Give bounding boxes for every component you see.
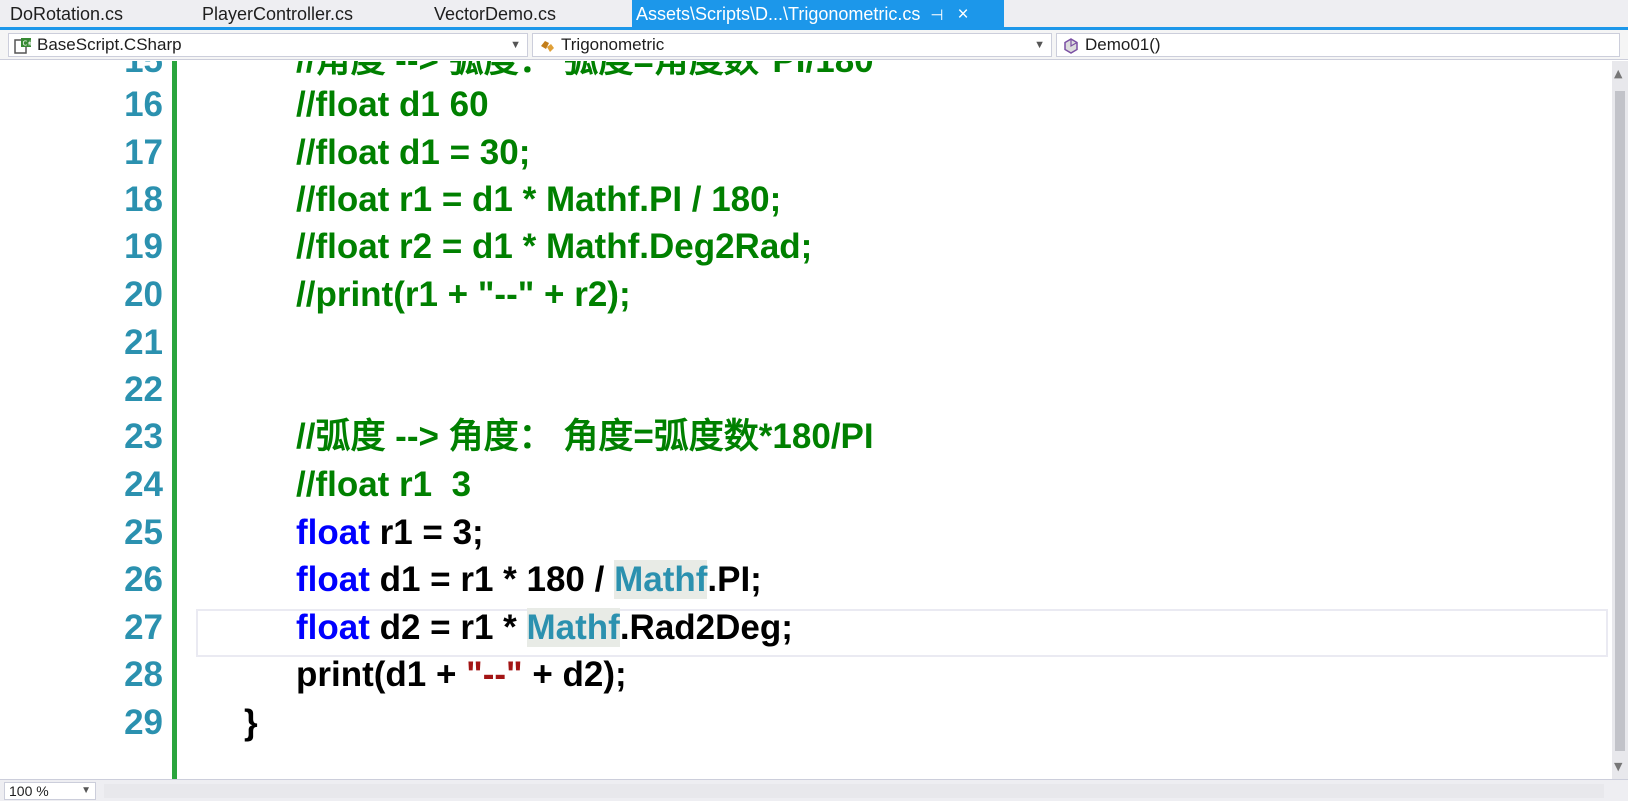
line-number: 21 (124, 323, 163, 362)
navigation-bar: C# BaseScript.CSharp ▼ Trigonometric ▼ D… (0, 30, 1628, 60)
class-name: Trigonometric (561, 35, 665, 54)
code-line: 16 //float d1 60 (0, 81, 1600, 129)
chevron-down-icon: ▼ (1034, 39, 1045, 51)
zoom-dropdown[interactable]: 100 % ▼ (4, 782, 96, 800)
horizontal-scrollbar[interactable] (104, 784, 1604, 798)
line-number: 26 (124, 560, 163, 599)
keyword-float: float (296, 513, 370, 552)
scroll-down-icon[interactable]: ▼ (1614, 760, 1622, 773)
code-text: float d2 = r1 * Mathf.Rad2Deg; (296, 604, 793, 652)
code-fragment: d2 = r1 * (369, 608, 527, 647)
editor-bottom-bar: 100 % ▼ (0, 779, 1628, 801)
code-comment: //print(r1 + "--" + r2); (296, 275, 631, 314)
tab-vectordemo[interactable]: VectorDemo.cs (434, 0, 556, 27)
tab-dorotation[interactable]: DoRotation.cs (10, 0, 123, 27)
code-comment: //float r1 3 (296, 465, 472, 504)
code-line: 23 //弧度 --> 角度： 角度=弧度数*180/PI (0, 413, 1600, 461)
line-number: 29 (124, 703, 163, 742)
member-dropdown[interactable]: Demo01() (1056, 33, 1620, 57)
code-line: 26 float d1 = r1 * 180 / Mathf.PI; (0, 556, 1600, 604)
code-line: 20 //print(r1 + "--" + r2); (0, 271, 1600, 319)
line-number: 23 (124, 417, 163, 456)
code-fragment: r1 = 3; (369, 513, 484, 552)
code-comment: //float d1 60 (296, 85, 489, 124)
scrollbar-thumb[interactable] (1615, 91, 1625, 751)
code-line: 18 //float r1 = d1 * Mathf.PI / 180; (0, 176, 1600, 224)
code-line: 29 } (0, 699, 1600, 747)
code-text: } (244, 703, 258, 742)
code-line: 24 //float r1 3 (0, 461, 1600, 509)
code-fragment: .PI; (707, 560, 762, 599)
code-line: 21 (0, 319, 1600, 367)
code-comment: //float r1 = d1 * Mathf.PI / 180; (296, 180, 782, 219)
pin-icon[interactable]: ⊣ (930, 1, 943, 30)
line-number: 17 (124, 133, 163, 172)
code-fragment: .Rad2Deg; (619, 608, 793, 647)
close-icon[interactable]: × (957, 0, 968, 29)
line-number: 19 (124, 227, 163, 266)
keyword-float: float (296, 560, 370, 599)
tab-label: VectorDemo.cs (434, 4, 557, 24)
class-dropdown[interactable]: Trigonometric ▼ (532, 33, 1052, 57)
line-number: 25 (124, 513, 163, 552)
project-dropdown[interactable]: C# BaseScript.CSharp ▼ (8, 33, 528, 57)
code-line: 27 float d2 = r1 * Mathf.Rad2Deg; (0, 604, 1600, 652)
csharp-project-icon: C# (14, 38, 33, 54)
tab-label: PlayerController.cs (202, 4, 354, 24)
string-literal: "--" (466, 655, 523, 694)
code-line: 22 (0, 366, 1600, 414)
type-mathf[interactable]: Mathf (614, 560, 708, 599)
chevron-down-icon: ▼ (81, 785, 91, 796)
document-tab-bar: DoRotation.cs PlayerController.cs Vector… (0, 0, 1628, 30)
line-number: 20 (124, 275, 163, 314)
zoom-level: 100 % (9, 783, 49, 799)
line-number: 22 (124, 370, 163, 409)
code-comment: //float d1 = 30; (296, 133, 531, 172)
code-comment: //弧度 --> 角度： 角度=弧度数*180/PI (296, 417, 874, 456)
chevron-down-icon: ▼ (510, 39, 521, 51)
project-name: BaseScript.CSharp (37, 35, 182, 54)
code-fragment: print(d1 + (296, 655, 467, 694)
keyword-float: float (296, 608, 370, 647)
type-mathf[interactable]: Mathf (526, 608, 620, 647)
line-number: 27 (124, 608, 163, 647)
class-icon (541, 41, 554, 52)
line-number: 24 (124, 465, 163, 504)
code-line: 25 float r1 = 3; (0, 509, 1600, 557)
code-text: float r1 = 3; (296, 509, 484, 557)
code-fragment: d1 = r1 * 180 / (369, 560, 615, 599)
line-number: 28 (124, 655, 163, 694)
tab-trigonometric[interactable]: Assets\Scripts\D...\Trigonometric.cs ⊣ × (632, 0, 1004, 30)
tab-label: Assets\Scripts\D...\Trigonometric.cs (636, 4, 921, 24)
code-line: 17 //float d1 = 30; (0, 129, 1600, 177)
line-number: 18 (124, 180, 163, 219)
code-line: 19 //float r2 = d1 * Mathf.Deg2Rad; (0, 223, 1600, 271)
scroll-up-icon[interactable]: ▲ (1614, 67, 1622, 80)
method-icon (1064, 38, 1078, 54)
member-name: Demo01() (1085, 35, 1161, 54)
code-fragment: + d2); (522, 655, 627, 694)
code-text: float d1 = r1 * 180 / Mathf.PI; (296, 556, 762, 604)
tab-label: DoRotation.cs (10, 4, 124, 24)
line-number: 16 (124, 85, 163, 124)
code-editor[interactable]: 15 //角度 --> 弧度： 弧度=角度数*PI/180 16 //float… (0, 61, 1612, 779)
svg-text:C#: C# (23, 40, 33, 48)
code-line: 28 print(d1 + "--" + d2); (0, 651, 1600, 699)
code-text: print(d1 + "--" + d2); (296, 651, 627, 699)
tab-playercontroller[interactable]: PlayerController.cs (202, 0, 353, 27)
code-comment: //float r2 = d1 * Mathf.Deg2Rad; (296, 227, 813, 266)
vertical-scrollbar[interactable]: ▲ ▼ (1612, 61, 1628, 779)
